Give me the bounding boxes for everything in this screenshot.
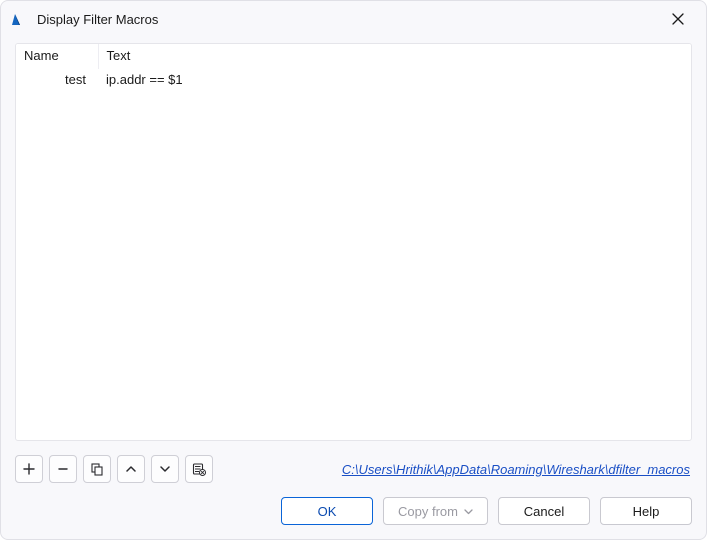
table-header-row: Name Text [16,44,691,69]
wireshark-fin-icon [11,10,29,28]
table-row[interactable]: test ip.addr == $1 [16,69,691,90]
chevron-down-icon [464,507,473,516]
dialog-button-row: OK Copy from Cancel Help [15,497,692,525]
plus-icon [23,463,35,475]
column-header-text[interactable]: Text [98,44,691,69]
copy-from-label: Copy from [398,504,458,519]
toolbar: C:\Users\Hrithik\AppData\Roaming\Wiresha… [15,455,692,483]
table-empty-area[interactable] [16,90,691,440]
cancel-button[interactable]: Cancel [498,497,590,525]
help-button[interactable]: Help [600,497,692,525]
ok-button[interactable]: OK [281,497,373,525]
clear-button[interactable] [185,455,213,483]
titlebar: Display Filter Macros [1,1,706,37]
copy-from-button[interactable]: Copy from [383,497,488,525]
cell-text[interactable]: ip.addr == $1 [98,69,691,90]
copy-button[interactable] [83,455,111,483]
cancel-button-label: Cancel [524,504,564,519]
column-header-name[interactable]: Name [16,44,98,69]
chevron-up-icon [125,463,137,475]
profile-path-link[interactable]: C:\Users\Hrithik\AppData\Roaming\Wiresha… [342,462,692,477]
chevron-down-icon [159,463,171,475]
move-down-button[interactable] [151,455,179,483]
move-up-button[interactable] [117,455,145,483]
minus-icon [57,463,69,475]
close-button[interactable] [662,5,694,33]
help-button-label: Help [633,504,660,519]
copy-icon [91,463,104,476]
close-icon [672,13,684,25]
dialog-content: Name Text test ip.addr == $1 [1,37,706,539]
clear-list-icon [192,462,206,476]
cell-name[interactable]: test [16,69,98,90]
dialog-window: Display Filter Macros Name Text test [0,0,707,540]
remove-button[interactable] [49,455,77,483]
window-title: Display Filter Macros [37,12,662,27]
macros-table[interactable]: Name Text test ip.addr == $1 [15,43,692,441]
add-button[interactable] [15,455,43,483]
ok-button-label: OK [318,504,337,519]
